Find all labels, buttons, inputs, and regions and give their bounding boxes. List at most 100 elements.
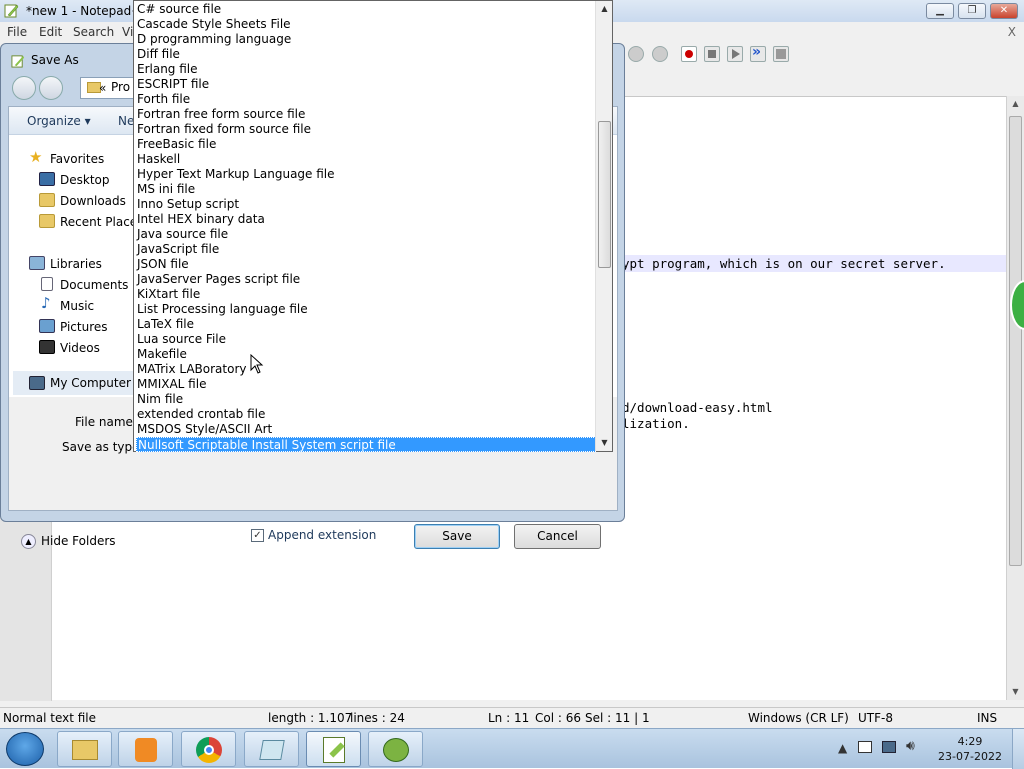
save-as-type-dropdown-list[interactable]: C# source file Cascade Style Sheets File D… (133, 0, 613, 452)
dropdown-option[interactable]: FreeBasic file (136, 137, 596, 152)
mouse-pointer-icon (250, 354, 264, 374)
dropdown-option[interactable]: Cascade Style Sheets File (136, 17, 596, 32)
nav-downloads[interactable]: Downloads (60, 194, 126, 208)
dropdown-option[interactable]: KiXtart file (136, 287, 596, 302)
nav-recent-places[interactable]: Recent Places (60, 215, 143, 229)
dropdown-option[interactable]: Lua source File (136, 332, 596, 347)
action-center-icon[interactable] (858, 741, 872, 753)
run-macro-multiple-icon[interactable] (750, 44, 766, 62)
toolbar-icon-b[interactable] (652, 46, 668, 62)
menu-file[interactable]: File (7, 25, 27, 39)
menu-edit[interactable]: Edit (39, 25, 62, 39)
nav-computer-row[interactable]: My Computer (13, 371, 137, 395)
restore-button[interactable]: ❐ (958, 3, 986, 19)
dropdown-option[interactable]: JavaScript file (136, 242, 596, 257)
taskbar-chrome[interactable] (181, 731, 236, 767)
address-text: Pro (111, 80, 131, 94)
dropdown-scrollbar[interactable]: ▲ ▼ (595, 1, 612, 451)
dropdown-option[interactable]: MSDOS Style/ASCII Art (136, 422, 596, 437)
record-macro-icon[interactable] (681, 46, 697, 62)
organize-button[interactable]: Organize ▾ (27, 114, 91, 128)
dropdown-option[interactable]: D programming language (136, 32, 596, 47)
dropdown-option[interactable]: Intel HEX binary data (136, 212, 596, 227)
taskbar-app-frog[interactable] (368, 731, 423, 767)
desktop-icon (39, 172, 55, 186)
taskbar-media-player[interactable] (118, 731, 173, 767)
dropdown-option[interactable]: LaTeX file (136, 317, 596, 332)
show-desktop-button[interactable] (1012, 729, 1024, 769)
play-macro-icon[interactable] (727, 46, 743, 62)
taskbar-explorer[interactable] (57, 731, 112, 767)
start-orb-icon[interactable] (6, 732, 44, 766)
new-folder-button[interactable]: Ne (118, 114, 134, 128)
nav-pictures[interactable]: Pictures (60, 320, 108, 334)
dropdown-option[interactable]: C# source file (136, 2, 596, 17)
dropdown-option[interactable]: Forth file (136, 92, 596, 107)
nav-desktop[interactable]: Desktop (60, 173, 110, 187)
scroll-thumb[interactable] (1009, 116, 1022, 566)
stop-macro-icon[interactable] (704, 46, 720, 62)
editor-vertical-scrollbar[interactable]: ▲ ▼ (1006, 96, 1024, 700)
status-selection: Sel : 11 | 1 (585, 711, 650, 725)
downloads-folder-icon (39, 193, 55, 207)
volume-icon[interactable]: 🔊︎ (906, 738, 915, 754)
dropdown-option[interactable]: List Processing language file (136, 302, 596, 317)
status-eol: Windows (CR LF) (748, 711, 849, 725)
toolbar-icon-a[interactable] (628, 46, 644, 62)
dropdown-option[interactable]: MS ini file (136, 182, 596, 197)
forward-arrow-icon[interactable] (39, 76, 63, 100)
dropdown-scroll-up-icon[interactable]: ▲ (596, 2, 613, 16)
libraries-icon (29, 256, 45, 270)
dropdown-scroll-down-icon[interactable]: ▼ (596, 436, 613, 450)
dropdown-option[interactable]: Hyper Text Markup Language file (136, 167, 596, 182)
menu-search[interactable]: Search (73, 25, 114, 39)
network-icon[interactable] (882, 741, 896, 753)
dropdown-option[interactable]: Fortran fixed form source file (136, 122, 596, 137)
scroll-down-arrow-icon[interactable]: ▼ (1007, 684, 1024, 700)
tray-expand-icon[interactable]: ▲ (838, 741, 847, 755)
dropdown-option[interactable]: Java source file (136, 227, 596, 242)
notepad-icon (259, 740, 285, 760)
organize-label: Organize (27, 114, 81, 128)
save-button[interactable]: Save (414, 524, 500, 549)
nav-libraries[interactable]: Libraries (50, 257, 102, 271)
dropdown-option[interactable]: MATrix LABoratory (136, 362, 596, 377)
dropdown-option[interactable]: Nim file (136, 392, 596, 407)
nav-my-computer[interactable]: My Computer (50, 376, 131, 390)
favorites-star-icon: ★ (29, 148, 43, 166)
nav-favorites[interactable]: Favorites (50, 152, 104, 166)
dropdown-option[interactable]: Haskell (136, 152, 596, 167)
computer-icon (29, 376, 45, 390)
dropdown-option[interactable]: JavaServer Pages script file (136, 272, 596, 287)
frog-app-icon (383, 738, 409, 762)
nav-music[interactable]: Music (60, 299, 94, 313)
dropdown-option[interactable]: Diff file (136, 47, 596, 62)
dropdown-scroll-thumb[interactable] (598, 121, 611, 268)
dropdown-option[interactable]: Makefile (136, 347, 596, 362)
back-arrow-icon[interactable] (12, 76, 36, 100)
menu-view[interactable]: Vi (122, 25, 133, 39)
taskbar-notepad-plus-plus[interactable] (306, 731, 361, 767)
scroll-up-arrow-icon[interactable]: ▲ (1007, 96, 1024, 112)
cancel-button[interactable]: Cancel (514, 524, 601, 549)
save-macro-icon[interactable] (773, 46, 789, 62)
dropdown-option[interactable]: ESCRIPT file (136, 77, 596, 92)
address-prefix: « (99, 81, 107, 95)
nav-videos[interactable]: Videos (60, 341, 100, 355)
clock-time: 4:29 (957, 735, 983, 748)
close-button[interactable]: ✕ (990, 3, 1018, 19)
nav-documents[interactable]: Documents (60, 278, 128, 292)
checkbox-check-icon[interactable]: ✓ (251, 529, 264, 542)
dropdown-option[interactable]: extended crontab file (136, 407, 596, 422)
taskbar-notepad[interactable] (244, 731, 299, 767)
dropdown-option[interactable]: MMIXAL file (136, 377, 596, 392)
clock[interactable]: 4:29 23-07-2022 (935, 734, 1005, 764)
dialog-title: Save As (31, 53, 79, 67)
minimize-button[interactable]: ▁ (926, 3, 954, 19)
dropdown-option[interactable]: Nullsoft Scriptable Install System scrip… (136, 437, 596, 452)
close-document-icon[interactable]: X (1008, 25, 1016, 39)
dropdown-option[interactable]: Fortran free form source file (136, 107, 596, 122)
dropdown-option[interactable]: Erlang file (136, 62, 596, 77)
dropdown-option[interactable]: JSON file (136, 257, 596, 272)
dropdown-option[interactable]: Inno Setup script (136, 197, 596, 212)
